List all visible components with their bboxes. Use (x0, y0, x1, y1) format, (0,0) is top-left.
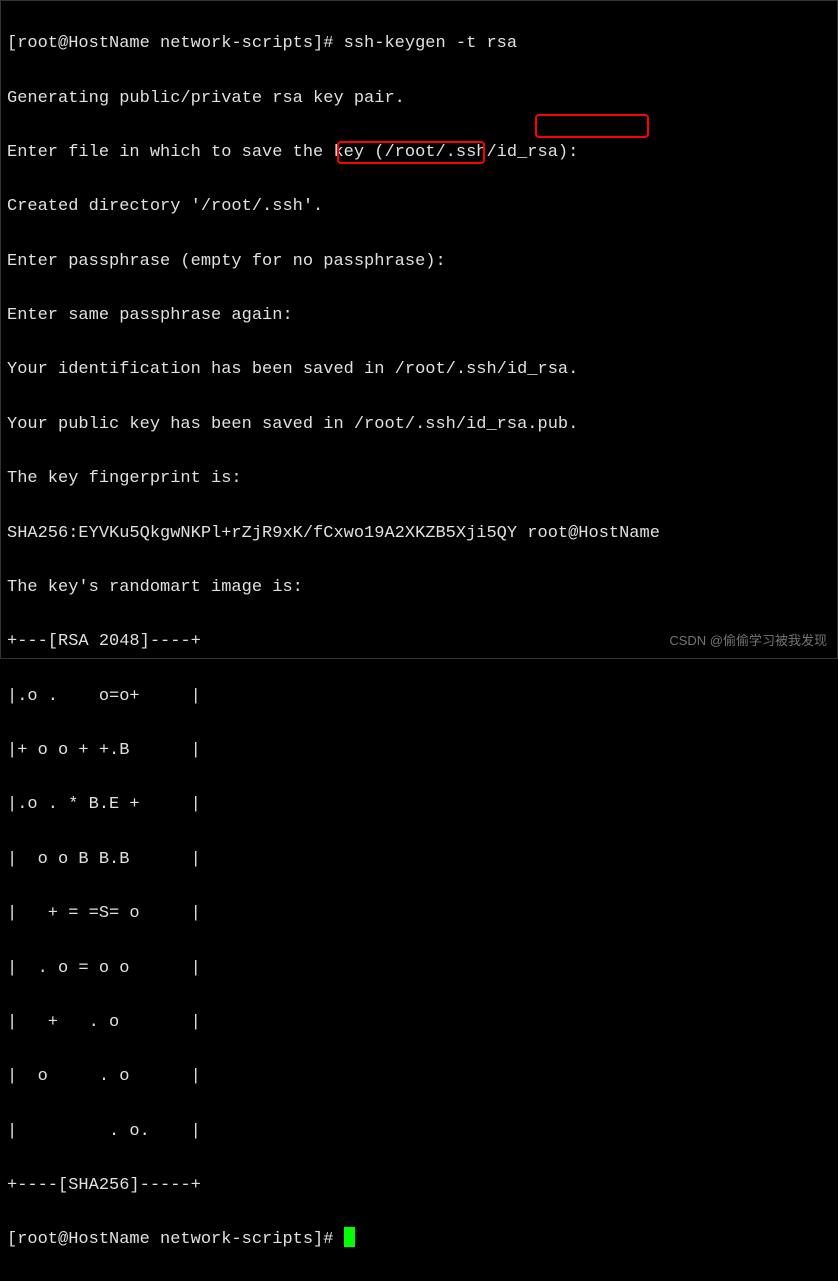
terminal-line: | + . o | (7, 1009, 831, 1036)
terminal-cursor (344, 1227, 355, 1247)
terminal-line: Your public key has been saved in /root/… (7, 411, 831, 438)
terminal-line: Created directory '/root/.ssh'. (7, 193, 831, 220)
terminal-line: Generating public/private rsa key pair. (7, 85, 831, 112)
terminal-line: Enter same passphrase again: (7, 302, 831, 329)
terminal-line: | + = =S= o | (7, 900, 831, 927)
terminal-line: | . o. | (7, 1118, 831, 1145)
terminal-prompt: [root@HostName network-scripts]# (7, 1230, 344, 1249)
watermark-text: CSDN @偷偷学习被我发现 (669, 631, 827, 652)
terminal-line: Your identification has been saved in /r… (7, 356, 831, 383)
terminal-line: | o . o | (7, 1063, 831, 1090)
terminal-line: The key fingerprint is: (7, 465, 831, 492)
terminal-line: Enter passphrase (empty for no passphras… (7, 248, 831, 275)
terminal-line: The key's randomart image is: (7, 574, 831, 601)
terminal-line: +----[SHA256]-----+ (7, 1172, 831, 1199)
terminal-line: |.o . o=o+ | (7, 683, 831, 710)
terminal-line: |+ o o + +.B | (7, 737, 831, 764)
terminal-line: Enter file in which to save the key (/ro… (7, 139, 831, 166)
terminal-line: [root@HostName network-scripts]# ssh-key… (7, 30, 831, 57)
terminal-line: | . o = o o | (7, 955, 831, 982)
terminal-line: | o o B B.B | (7, 846, 831, 873)
terminal-prompt-line: [root@HostName network-scripts]# (7, 1226, 831, 1253)
terminal-line: SHA256:EYVKu5QkgwNKPl+rZjR9xK/fCxwo19A2X… (7, 520, 831, 547)
terminal-line: |.o . * B.E + | (7, 791, 831, 818)
